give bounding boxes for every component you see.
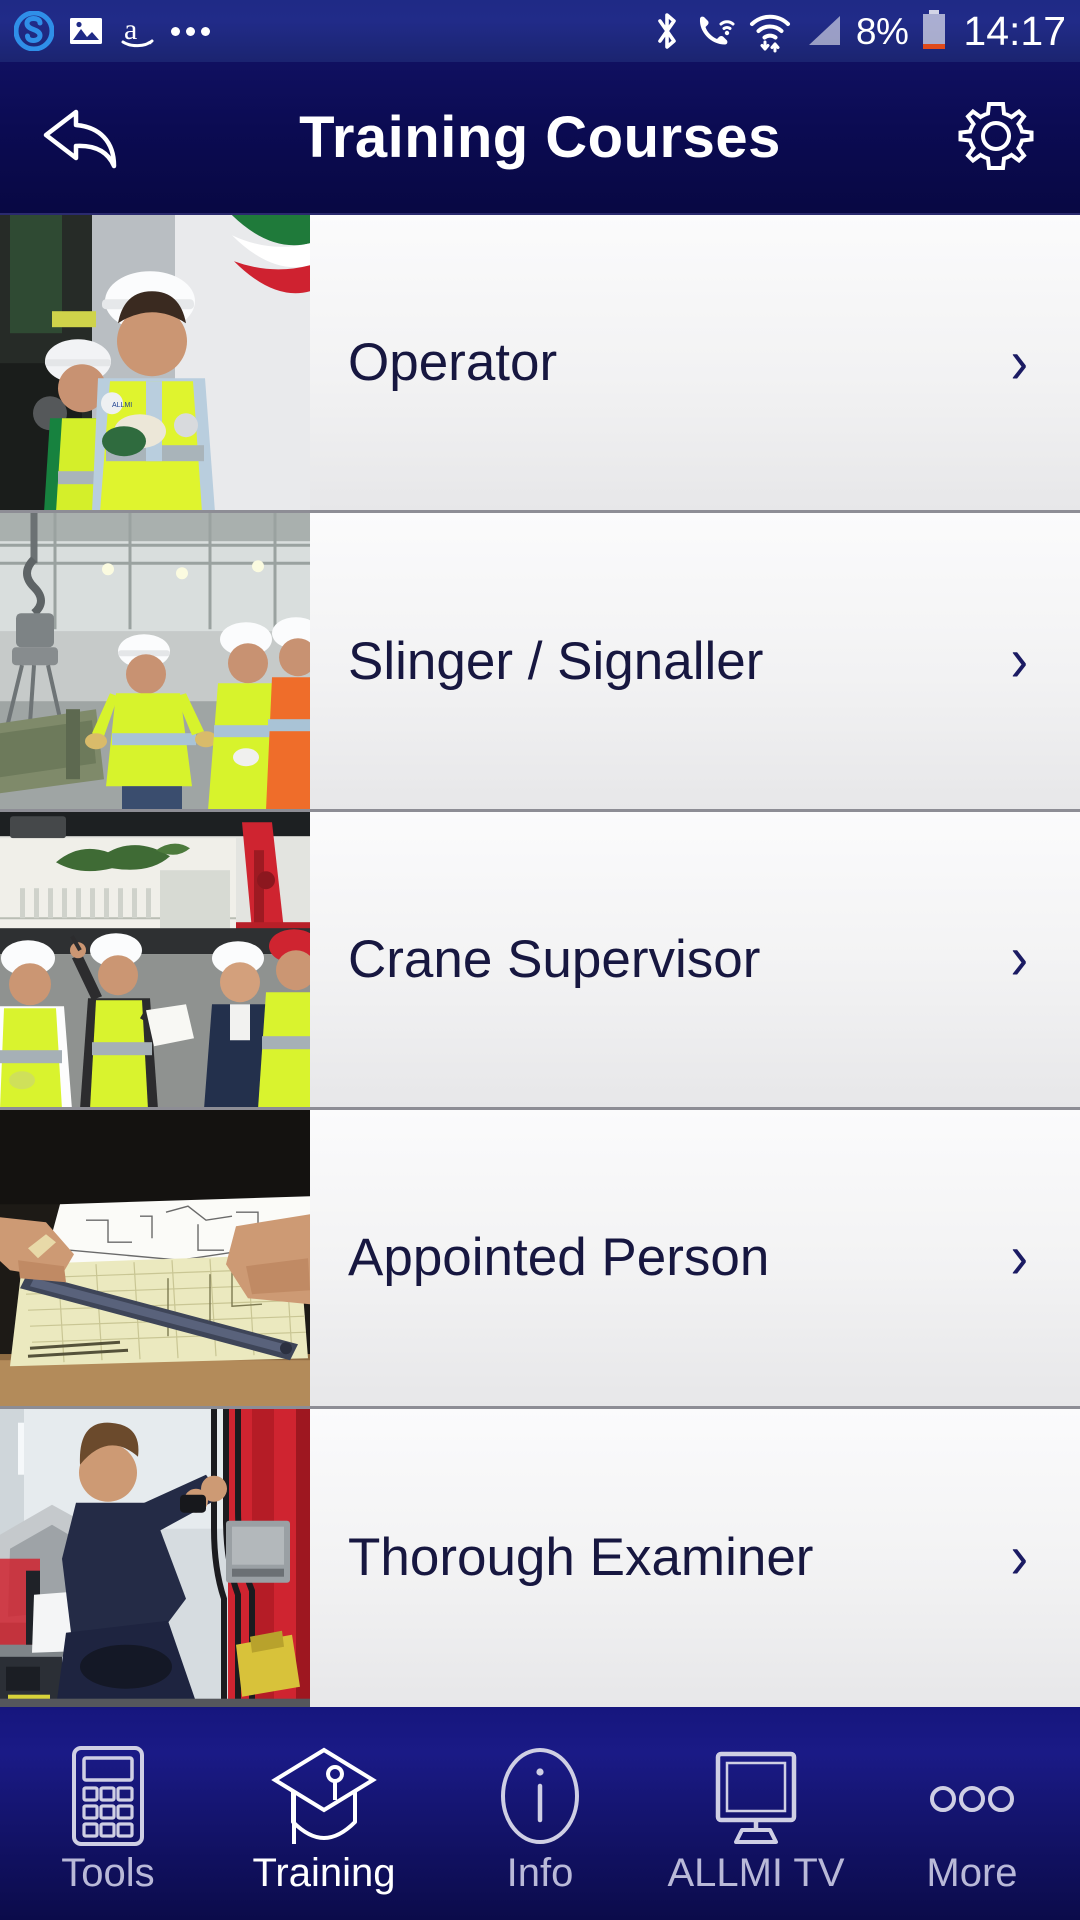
wifi-calling-icon <box>693 10 737 52</box>
tab-label: Training <box>252 1850 396 1895</box>
status-bar: a 8% 14:17 <box>0 0 1080 62</box>
wifi-icon <box>748 9 792 53</box>
battery-percent-label: 8% <box>855 10 909 52</box>
course-thumbnail-appointed-person <box>0 1110 310 1406</box>
course-label: Operator <box>348 333 558 393</box>
ellipsis-icon <box>917 1740 1027 1848</box>
chevron-right-icon: › <box>1010 1522 1029 1592</box>
chevron-right-icon: › <box>1010 626 1029 696</box>
battery-icon <box>919 9 949 53</box>
tab-info[interactable]: Info <box>432 1707 648 1920</box>
course-label: Thorough Examiner <box>348 1528 814 1588</box>
course-thumbnail-slinger-signaller <box>0 513 310 809</box>
more-notifications-icon <box>171 26 210 36</box>
bottom-navigation: Tools Training Info ALLMI TV More <box>0 1707 1080 1920</box>
page-title: Training Courses <box>299 105 781 170</box>
list-item[interactable]: Crane Supervisor › <box>0 811 1080 1111</box>
course-thumbnail-thorough-examiner <box>0 1408 310 1707</box>
list-item[interactable]: Thorough Examiner › <box>0 1408 1080 1707</box>
chevron-right-icon: › <box>1010 924 1029 994</box>
tab-training[interactable]: Training <box>216 1707 432 1920</box>
list-item[interactable]: ALLMI Operator › <box>0 215 1080 514</box>
list-item-body: Operator › <box>310 215 1080 511</box>
course-label: Crane Supervisor <box>348 929 761 989</box>
tab-label: ALLMI TV <box>667 1850 845 1895</box>
svg-text:a: a <box>124 13 137 46</box>
cellular-signal-icon <box>803 11 845 51</box>
status-bar-notifications: a <box>14 11 210 51</box>
info-circle-icon <box>494 1740 586 1848</box>
tab-label: More <box>926 1850 1018 1895</box>
course-label: Slinger / Signaller <box>348 631 764 691</box>
graduation-cap-icon <box>269 1740 379 1848</box>
list-item-body: Appointed Person › <box>310 1110 1080 1406</box>
settings-button[interactable] <box>948 90 1044 186</box>
calculator-icon <box>68 1740 148 1848</box>
tab-label: Info <box>506 1850 574 1895</box>
list-item-body: Crane Supervisor › <box>310 811 1080 1108</box>
chevron-right-icon: › <box>1010 327 1029 397</box>
training-courses-list: ALLMI Operator › Slinger / Signaller › C… <box>0 215 1080 1707</box>
course-thumbnail-operator: ALLMI <box>0 215 310 511</box>
list-item[interactable]: Appointed Person › <box>0 1110 1080 1409</box>
gear-icon <box>958 101 1034 170</box>
tab-allmi-tv[interactable]: ALLMI TV <box>648 1707 864 1920</box>
gallery-icon <box>67 12 105 50</box>
list-item-body: Thorough Examiner › <box>310 1408 1080 1707</box>
app-screen: a 8% 14:17 Training Courses ALLMI Operat… <box>0 0 1080 1920</box>
back-button[interactable] <box>36 90 132 186</box>
status-bar-system: 8% 14:17 <box>652 9 1066 53</box>
clock-label: 14:17 <box>963 7 1066 54</box>
tab-tools[interactable]: Tools <box>0 1707 216 1920</box>
app-header: Training Courses <box>0 62 1080 215</box>
amazon-icon: a <box>118 11 158 51</box>
svg-text:ALLMI: ALLMI <box>112 402 132 409</box>
monitor-icon <box>706 1740 806 1848</box>
tab-label: Tools <box>61 1850 155 1895</box>
course-label: Appointed Person <box>348 1228 770 1288</box>
tab-more[interactable]: More <box>864 1707 1080 1920</box>
course-thumbnail-crane-supervisor <box>0 811 310 1108</box>
list-item[interactable]: Slinger / Signaller › <box>0 513 1080 812</box>
skype-icon <box>14 11 54 51</box>
list-item-body: Slinger / Signaller › <box>310 513 1080 809</box>
chevron-right-icon: › <box>1010 1222 1029 1292</box>
back-arrow-icon <box>43 109 117 168</box>
bluetooth-icon <box>652 10 682 52</box>
